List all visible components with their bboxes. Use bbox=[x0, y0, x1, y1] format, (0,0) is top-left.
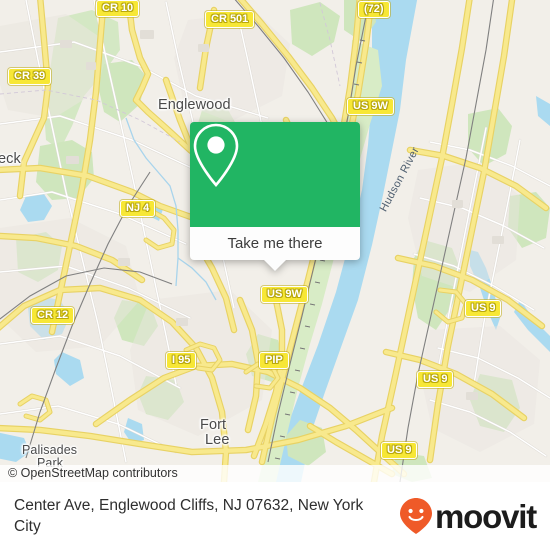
highway-shield[interactable]: (72) bbox=[358, 1, 390, 18]
popup-pointer-tail bbox=[264, 260, 286, 271]
highway-shield[interactable]: PIP bbox=[259, 352, 289, 369]
map-place-label: Englewood bbox=[158, 97, 231, 113]
map-attribution[interactable]: © OpenStreetMap contributors bbox=[0, 465, 550, 482]
moovit-wordmark: moovit bbox=[435, 497, 537, 535]
address-caption: Center Ave, Englewood Cliffs, NJ 07632, … bbox=[14, 497, 364, 535]
moovit-logo[interactable]: moovit bbox=[399, 497, 537, 535]
highway-shield[interactable]: US 9W bbox=[347, 98, 394, 115]
moovit-smiley-pin-icon bbox=[400, 498, 433, 534]
map-place-label: Fort bbox=[200, 417, 227, 433]
take-me-there-label: Take me there bbox=[227, 235, 323, 252]
highway-shield[interactable]: CR 12 bbox=[31, 307, 75, 324]
map-canvas[interactable]: .wtr{fill:#aadaf0;} .grn{fill:#cfe6bd;} … bbox=[0, 0, 550, 482]
popup-image-area bbox=[190, 122, 360, 227]
location-pin-icon bbox=[193, 123, 239, 187]
highway-shield[interactable]: US 9 bbox=[381, 442, 418, 459]
highway-shield[interactable]: US 9 bbox=[417, 371, 454, 388]
map-place-label: eck bbox=[0, 151, 21, 167]
highway-shield[interactable]: US 9W bbox=[261, 286, 308, 303]
map-location-popup[interactable]: Take me there bbox=[190, 122, 360, 271]
footer-bar: Center Ave, Englewood Cliffs, NJ 07632, … bbox=[0, 482, 550, 550]
popup-action-area[interactable]: Take me there bbox=[190, 227, 360, 260]
highway-shield[interactable]: CR 10 bbox=[96, 0, 140, 17]
highway-shield[interactable]: NJ 4 bbox=[120, 200, 156, 217]
highway-shield[interactable]: I 95 bbox=[166, 352, 197, 369]
map-screenshot: .wtr{fill:#aadaf0;} .grn{fill:#cfe6bd;} … bbox=[0, 0, 550, 550]
map-place-label: Lee bbox=[205, 432, 230, 448]
highway-shield[interactable]: CR 501 bbox=[205, 11, 255, 28]
highway-shield[interactable]: CR 39 bbox=[8, 68, 52, 85]
highway-shield[interactable]: US 9 bbox=[465, 300, 502, 317]
